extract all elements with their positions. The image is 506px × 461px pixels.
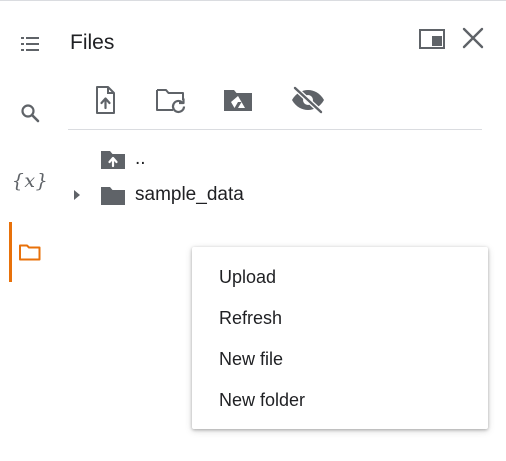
menu-item-refresh[interactable]: Refresh bbox=[192, 298, 488, 339]
menu-item-new-file[interactable]: New file bbox=[192, 339, 488, 380]
top-border bbox=[0, 0, 506, 1]
search-icon bbox=[21, 104, 40, 123]
folder-icon bbox=[19, 244, 41, 261]
sidebar-item-files[interactable] bbox=[9, 231, 51, 273]
menu-item-upload[interactable]: Upload bbox=[192, 257, 488, 298]
variables-icon: {x} bbox=[11, 170, 49, 192]
open-in-tab-icon bbox=[419, 29, 445, 49]
upload-button[interactable] bbox=[85, 80, 125, 120]
tree-row-parent[interactable]: .. bbox=[64, 144, 146, 174]
sidebar-item-table-of-contents[interactable] bbox=[9, 23, 51, 65]
hide-hidden-files-icon bbox=[292, 85, 324, 115]
toolbar-divider bbox=[68, 129, 482, 130]
panel-title: Files bbox=[70, 31, 115, 54]
open-in-tab-button[interactable] bbox=[415, 22, 449, 56]
upload-file-icon bbox=[96, 86, 115, 114]
caret-right-icon[interactable] bbox=[67, 185, 87, 205]
sidebar-item-find[interactable] bbox=[9, 92, 51, 134]
sidebar: {x} bbox=[0, 0, 60, 461]
sidebar-item-variables[interactable]: {x} bbox=[9, 160, 51, 202]
refresh-folder-icon bbox=[156, 89, 186, 113]
close-button[interactable] bbox=[456, 21, 490, 55]
mount-drive-button[interactable] bbox=[218, 80, 258, 120]
close-icon bbox=[462, 27, 484, 49]
tree-row-sample-data[interactable]: sample_data bbox=[64, 180, 244, 210]
folder-icon bbox=[101, 187, 125, 205]
folder-label: sample_data bbox=[135, 184, 244, 205]
mount-drive-icon bbox=[224, 90, 252, 111]
menu-item-new-folder[interactable]: New folder bbox=[192, 380, 488, 421]
folder-up-icon bbox=[101, 151, 125, 169]
refresh-button[interactable] bbox=[152, 80, 192, 120]
toggle-hidden-files-button[interactable] bbox=[288, 80, 328, 120]
toc-icon bbox=[21, 37, 39, 51]
context-menu: Upload Refresh New file New folder bbox=[192, 247, 488, 429]
parent-dir-label: .. bbox=[135, 148, 146, 169]
